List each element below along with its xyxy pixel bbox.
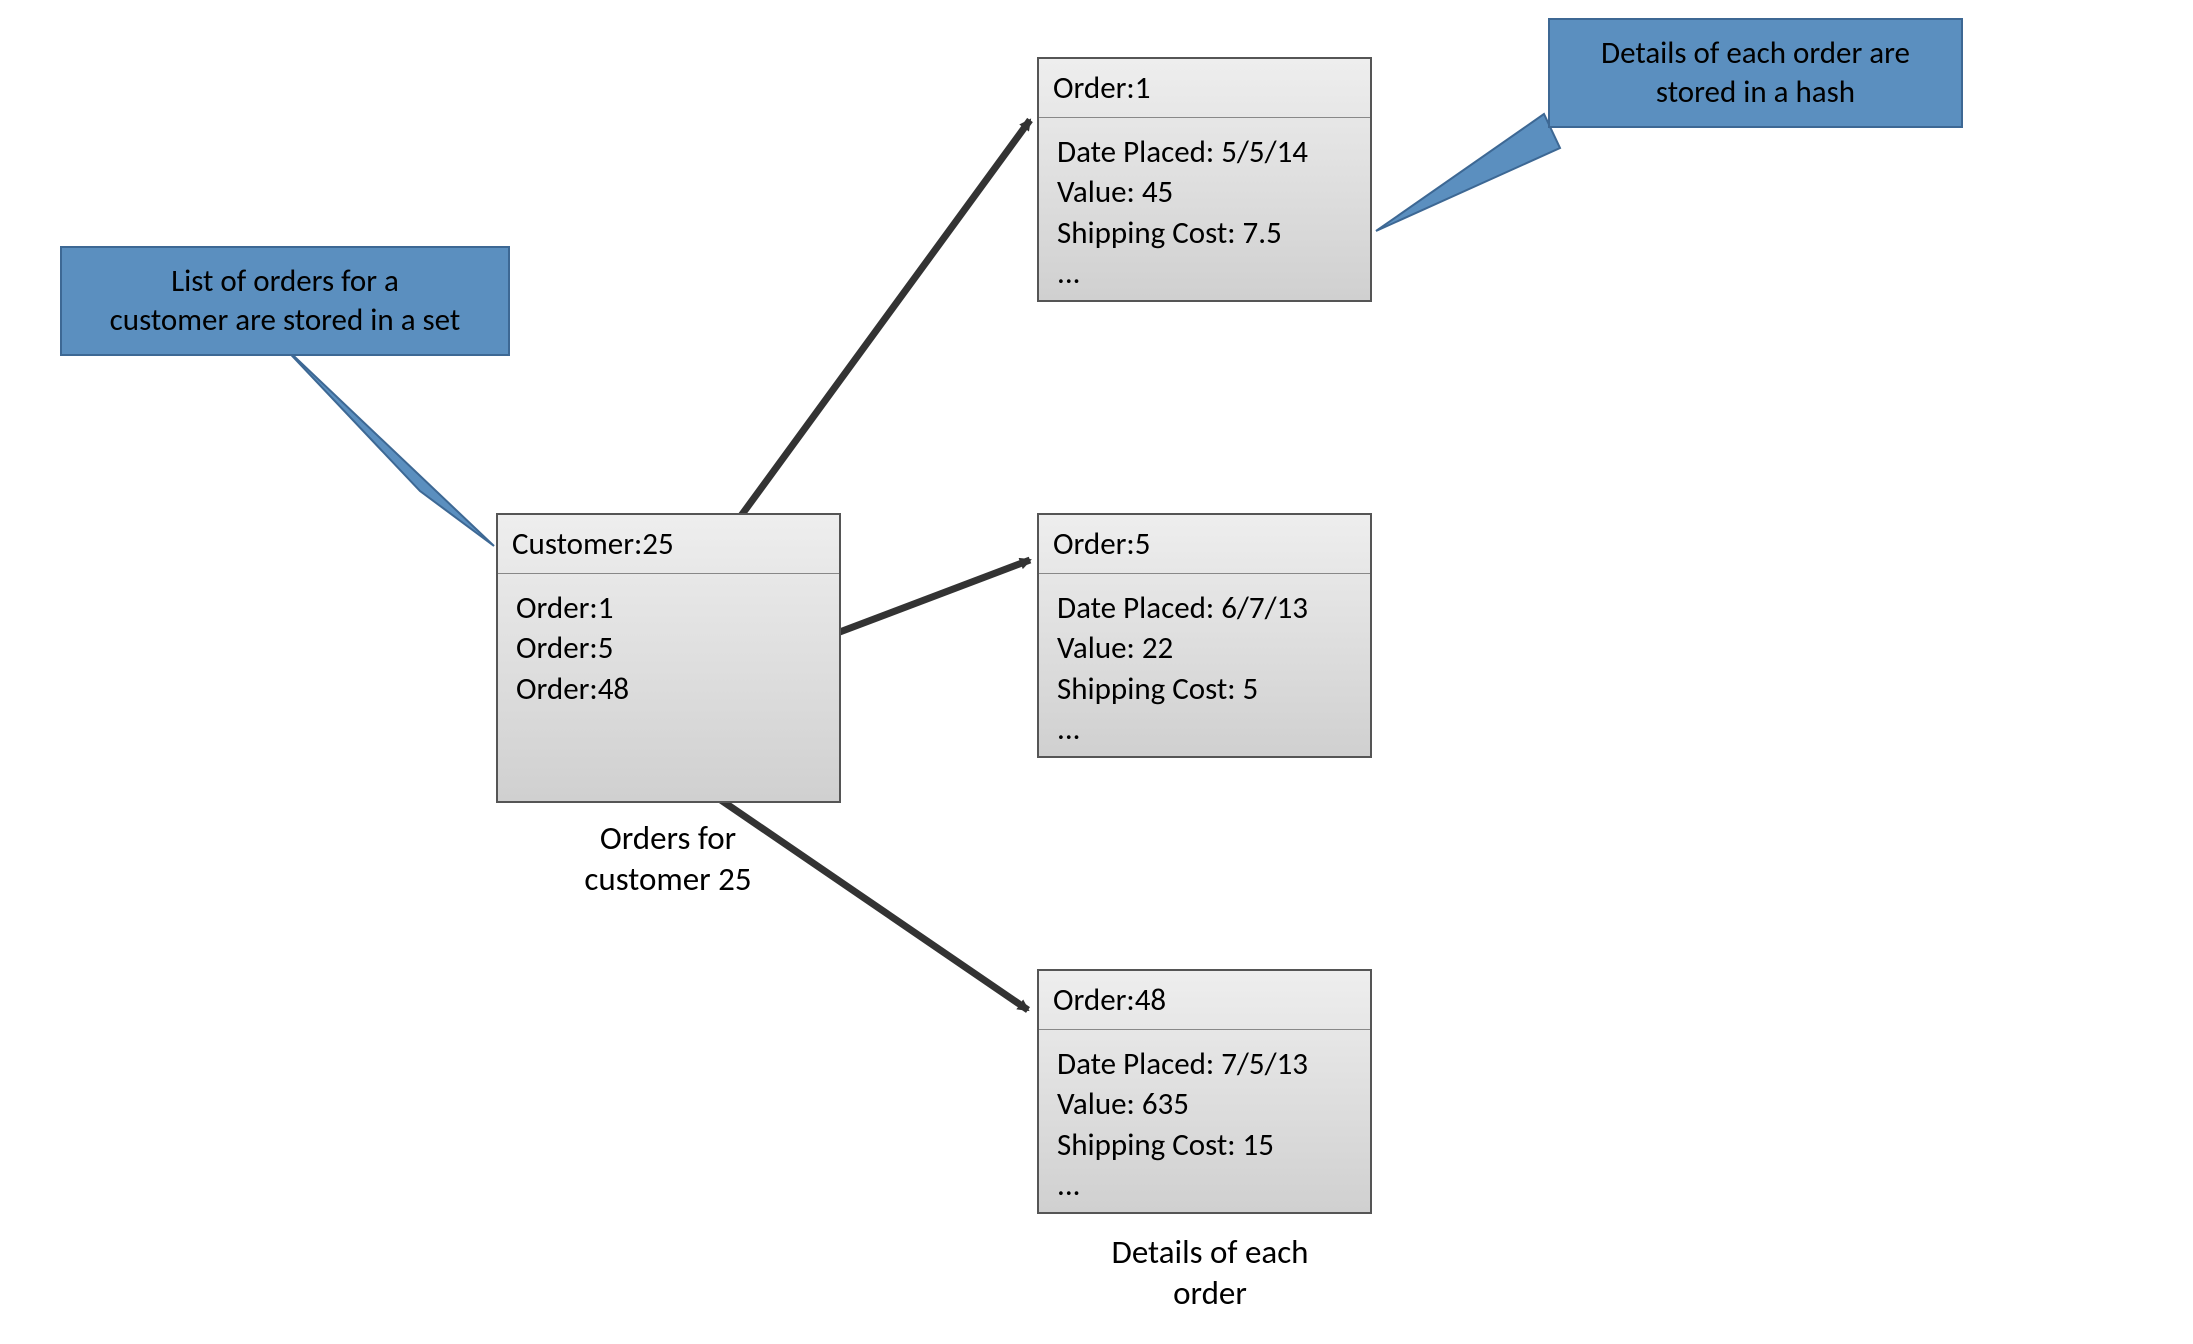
customer-order-item: Order:48	[516, 669, 821, 709]
order-field: ...	[1057, 253, 1352, 293]
customer-set-box: Customer:25 Order:1 Order:5 Order:48	[496, 513, 841, 803]
customer-caption-line2: customer 25	[543, 859, 793, 900]
callout-set-line1: List of orders for a	[80, 262, 490, 301]
orders-caption: Details of each order	[1085, 1232, 1335, 1315]
order-box-1-body: Date Placed: 5/5/14 Value: 45 Shipping C…	[1039, 118, 1370, 307]
callout-hash: Details of each order are stored in a ha…	[1548, 18, 1963, 128]
customer-set-header: Customer:25	[498, 515, 839, 574]
callout-tail-set	[278, 341, 494, 546]
order-field: Shipping Cost: 15	[1057, 1125, 1352, 1165]
order-box-5: Order:5 Date Placed: 6/7/13 Value: 22 Sh…	[1037, 513, 1372, 758]
order-field: Date Placed: 5/5/14	[1057, 132, 1352, 172]
customer-order-item: Order:1	[516, 588, 821, 628]
customer-order-item: Order:5	[516, 628, 821, 668]
order-field: Value: 22	[1057, 628, 1352, 668]
order-field: ...	[1057, 1165, 1352, 1205]
callout-hash-line2: stored in a hash	[1568, 73, 1943, 112]
order-box-48-body: Date Placed: 7/5/13 Value: 635 Shipping …	[1039, 1030, 1370, 1219]
order-field: Date Placed: 7/5/13	[1057, 1044, 1352, 1084]
order-box-5-body: Date Placed: 6/7/13 Value: 22 Shipping C…	[1039, 574, 1370, 763]
orders-caption-line1: Details of each	[1085, 1232, 1335, 1273]
order-field: Value: 635	[1057, 1084, 1352, 1124]
orders-caption-line2: order	[1085, 1273, 1335, 1314]
customer-set-body: Order:1 Order:5 Order:48	[498, 574, 839, 723]
order-box-48: Order:48 Date Placed: 7/5/13 Value: 635 …	[1037, 969, 1372, 1214]
callout-set: List of orders for a customer are stored…	[60, 246, 510, 356]
customer-caption: Orders for customer 25	[543, 818, 793, 901]
order-box-5-header: Order:5	[1039, 515, 1370, 574]
order-box-1: Order:1 Date Placed: 5/5/14 Value: 45 Sh…	[1037, 57, 1372, 302]
order-box-1-header: Order:1	[1039, 59, 1370, 118]
callout-tail-hash	[1376, 114, 1560, 231]
order-field: Shipping Cost: 5	[1057, 669, 1352, 709]
order-field: Date Placed: 6/7/13	[1057, 588, 1352, 628]
customer-caption-line1: Orders for	[543, 818, 793, 859]
callout-hash-line1: Details of each order are	[1568, 34, 1943, 73]
callout-set-line2: customer are stored in a set	[80, 301, 490, 340]
order-field: Value: 45	[1057, 172, 1352, 212]
order-field: ...	[1057, 709, 1352, 749]
order-field: Shipping Cost: 7.5	[1057, 213, 1352, 253]
order-box-48-header: Order:48	[1039, 971, 1370, 1030]
